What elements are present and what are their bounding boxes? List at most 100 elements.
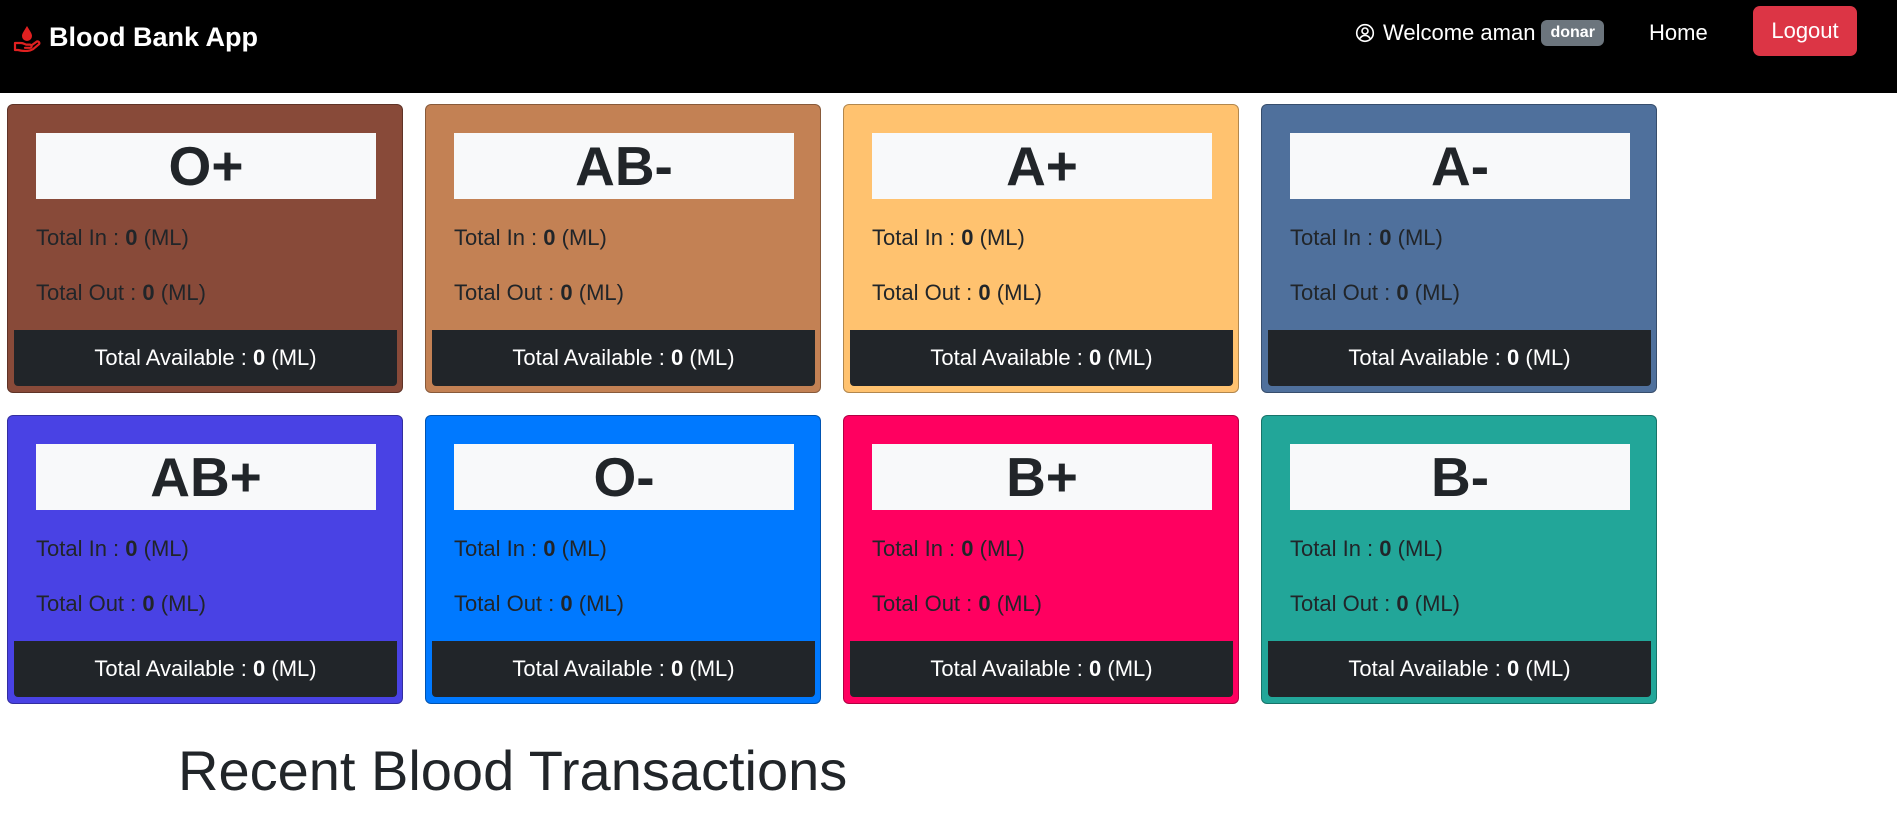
blood-group-card: O- Total In : 0 (ML) Total Out : 0 (ML) Tot… (425, 415, 821, 704)
total-in: Total In : 0 (ML) (872, 225, 1025, 251)
blood-group-card: B- Total In : 0 (ML) Total Out : 0 (ML) Tot… (1261, 415, 1657, 704)
welcome-text: Welcome (1383, 20, 1475, 45)
blood-group-card: B+ Total In : 0 (ML) Total Out : 0 (ML) Tot… (843, 415, 1239, 704)
total-out-value: 0 (560, 591, 573, 616)
total-available: Total Available : 0 (ML) (850, 641, 1233, 697)
total-in-label: Total In : (1290, 536, 1380, 561)
total-out-label: Total Out : (872, 591, 979, 616)
total-out-value: 0 (1396, 591, 1409, 616)
blood-group-card: A- Total In : 0 (ML) Total Out : 0 (ML) Tot… (1261, 104, 1657, 393)
unit-label: (ML) (154, 591, 206, 616)
total-out-label: Total Out : (454, 280, 561, 305)
total-in-value: 0 (543, 536, 556, 561)
total-in-value: 0 (1379, 225, 1392, 250)
total-available-value: 0 (253, 656, 266, 681)
total-out: Total Out : 0 (ML) (454, 591, 624, 617)
total-in-value: 0 (961, 536, 974, 561)
total-out-label: Total Out : (454, 591, 561, 616)
total-in: Total In : 0 (ML) (36, 536, 189, 562)
blood-group-title: B- (1290, 444, 1630, 510)
total-out: Total Out : 0 (ML) (1290, 280, 1460, 306)
brand[interactable]: Blood Bank App (13, 22, 258, 53)
unit-label: (ML) (1408, 280, 1460, 305)
total-in-label: Total In : (872, 225, 962, 250)
total-available: Total Available : 0 (ML) (14, 330, 397, 386)
unit-label: (ML) (572, 280, 624, 305)
total-available: Total Available : 0 (ML) (1268, 641, 1651, 697)
total-out: Total Out : 0 (ML) (1290, 591, 1460, 617)
total-available: Total Available : 0 (ML) (432, 330, 815, 386)
blood-group-card: AB+ Total In : 0 (ML) Total Out : 0 (ML) To… (7, 415, 403, 704)
total-out-label: Total Out : (36, 591, 143, 616)
unit-label: (ML) (1101, 656, 1153, 681)
unit-label: (ML) (1519, 345, 1571, 370)
total-in-value: 0 (543, 225, 556, 250)
total-out-value: 0 (978, 591, 991, 616)
unit-label: (ML) (683, 656, 735, 681)
total-in-value: 0 (961, 225, 974, 250)
total-available-value: 0 (1089, 656, 1102, 681)
blood-group-title: O+ (36, 133, 376, 199)
role-badge: donar (1541, 20, 1604, 46)
total-out: Total Out : 0 (ML) (454, 280, 624, 306)
total-out-value: 0 (142, 591, 155, 616)
total-in-label: Total In : (1290, 225, 1380, 250)
total-available-value: 0 (1507, 656, 1520, 681)
total-in: Total In : 0 (ML) (36, 225, 189, 251)
hand-holding-droplet-icon (13, 25, 41, 52)
blood-group-title: O- (454, 444, 794, 510)
logout-button[interactable]: Logout (1753, 6, 1857, 56)
total-available-label: Total Available : (1348, 656, 1507, 681)
navbar: Blood Bank App Welcome aman donar Home L… (0, 0, 1897, 93)
username: aman (1480, 20, 1536, 45)
total-out: Total Out : 0 (ML) (36, 280, 206, 306)
blood-group-card: AB- Total In : 0 (ML) Total Out : 0 (ML) To… (425, 104, 821, 393)
total-available-label: Total Available : (512, 345, 671, 370)
total-available-label: Total Available : (930, 345, 1089, 370)
total-available-label: Total Available : (94, 656, 253, 681)
total-in-label: Total In : (454, 536, 544, 561)
blood-group-title: A+ (872, 133, 1212, 199)
total-available-value: 0 (1089, 345, 1102, 370)
unit-label: (ML) (1408, 591, 1460, 616)
unit-label: (ML) (990, 280, 1042, 305)
blood-group-card: O+ Total In : 0 (ML) Total Out : 0 (ML) Tot… (7, 104, 403, 393)
total-in-label: Total In : (872, 536, 962, 561)
total-in: Total In : 0 (ML) (454, 225, 607, 251)
total-in: Total In : 0 (ML) (454, 536, 607, 562)
unit-label: (ML) (973, 536, 1025, 561)
section-title: Recent Blood Transactions (178, 739, 848, 802)
unit-label: (ML) (990, 591, 1042, 616)
home-link[interactable]: Home (1649, 20, 1708, 46)
total-in: Total In : 0 (ML) (1290, 536, 1443, 562)
unit-label: (ML) (137, 536, 189, 561)
total-in-label: Total In : (36, 536, 126, 561)
total-available-label: Total Available : (1348, 345, 1507, 370)
total-out-value: 0 (560, 280, 573, 305)
blood-group-title: A- (1290, 133, 1630, 199)
unit-label: (ML) (683, 345, 735, 370)
total-out: Total Out : 0 (ML) (36, 591, 206, 617)
total-in-label: Total In : (36, 225, 126, 250)
unit-label: (ML) (555, 536, 607, 561)
unit-label: (ML) (265, 345, 317, 370)
blood-group-title: AB+ (36, 444, 376, 510)
brand-title: Blood Bank App (49, 22, 258, 52)
blood-group-title: AB- (454, 133, 794, 199)
unit-label: (ML) (1101, 345, 1153, 370)
unit-label: (ML) (1519, 656, 1571, 681)
total-in-value: 0 (1379, 536, 1392, 561)
total-available-label: Total Available : (94, 345, 253, 370)
total-available-label: Total Available : (930, 656, 1089, 681)
total-in-value: 0 (125, 225, 138, 250)
total-out-label: Total Out : (1290, 591, 1397, 616)
unit-label: (ML) (973, 225, 1025, 250)
unit-label: (ML) (1391, 225, 1443, 250)
unit-label: (ML) (265, 656, 317, 681)
total-available-label: Total Available : (512, 656, 671, 681)
total-available-value: 0 (1507, 345, 1520, 370)
total-available: Total Available : 0 (ML) (14, 641, 397, 697)
total-out-value: 0 (978, 280, 991, 305)
total-out: Total Out : 0 (ML) (872, 280, 1042, 306)
total-in: Total In : 0 (ML) (1290, 225, 1443, 251)
